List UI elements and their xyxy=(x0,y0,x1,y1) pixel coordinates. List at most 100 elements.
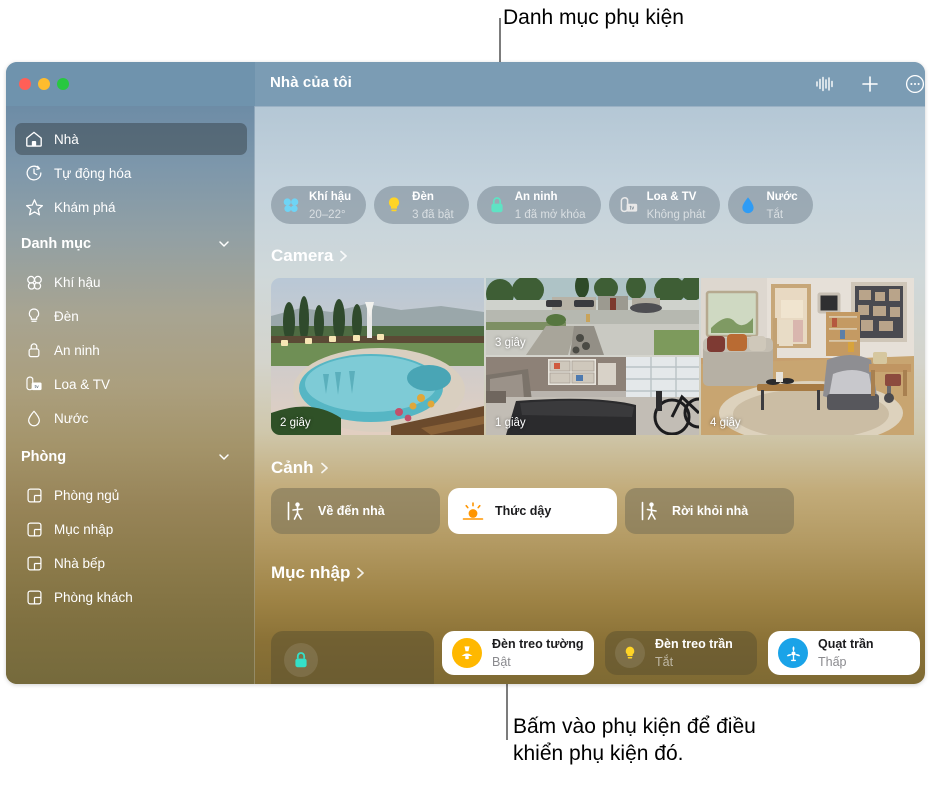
camera-tile-pool[interactable]: 2 giây xyxy=(271,278,484,435)
room-icon xyxy=(21,521,47,538)
camera-timestamp: 4 giây xyxy=(710,417,741,429)
room-icon xyxy=(21,487,47,504)
sunrise-icon xyxy=(462,500,484,522)
chip-status: 3 đã bật xyxy=(412,209,454,221)
scene-label: Thức dậy xyxy=(495,504,552,518)
sidebar-item-label: Phòng khách xyxy=(54,589,133,605)
section-header-muc-nhap[interactable]: Mục nhập xyxy=(271,563,366,583)
person-leave-icon xyxy=(639,500,661,522)
camera-tile-garage[interactable]: 1 giây xyxy=(486,357,699,435)
scenes-row: Về đến nhà Thức dậy Rời khỏi nhà xyxy=(271,488,794,534)
scene-card-thuc-day[interactable]: Thức dậy xyxy=(448,488,617,534)
chip-status: 20–22° xyxy=(309,209,346,221)
audio-waveform-icon[interactable] xyxy=(812,72,838,96)
category-chip-den[interactable]: Đèn 3 đã bật xyxy=(374,186,469,224)
pendant-lamp-icon xyxy=(452,638,482,668)
accessory-tile-wall-lamp[interactable]: Đèn treo tường Bật xyxy=(442,631,594,675)
maximize-window-button[interactable] xyxy=(57,78,69,90)
sidebar-item-label: Khí hậu xyxy=(54,274,101,290)
chip-status: Không phát xyxy=(646,209,706,221)
sidebar-item-loa-tv[interactable]: tv Loa & TV xyxy=(15,368,247,400)
camera-tile-driveway[interactable]: 3 giây xyxy=(486,278,699,355)
camera-tile-living-room[interactable]: 4 giây xyxy=(701,278,914,435)
chevron-right-icon[interactable] xyxy=(355,566,366,580)
room-icon xyxy=(21,589,47,606)
sidebar-group-label: Danh mục xyxy=(21,236,92,252)
lock-icon xyxy=(21,341,47,359)
sidebar-group-header-phong[interactable]: Phòng xyxy=(21,444,247,470)
accessory-tile-ceiling-fan[interactable]: Quạt trần Thấp xyxy=(768,631,920,675)
sidebar-item-label: An ninh xyxy=(54,342,100,358)
accessory-tile-ceiling-light[interactable]: Đèn treo trần Tắt xyxy=(605,631,757,675)
sidebar-item-label: Mục nhập xyxy=(54,521,114,537)
clock-icon xyxy=(21,164,47,182)
fan-icon xyxy=(778,638,808,668)
speaker-tv-icon: tv xyxy=(21,375,47,393)
sidebar-item-khi-hau[interactable]: Khí hậu xyxy=(15,266,247,298)
accessory-title: Quạt trần xyxy=(818,637,874,651)
scene-label: Về đến nhà xyxy=(318,504,385,518)
category-chip-nuoc[interactable]: Nước Tắt xyxy=(728,186,813,224)
sidebar-item-nuoc[interactable]: Nước xyxy=(15,402,247,434)
accessory-title: Đèn treo tường xyxy=(492,637,584,651)
section-title: Mục nhập xyxy=(271,563,351,582)
accessory-title: Đèn treo trần xyxy=(655,637,733,651)
sidebar-item-label: Loa & TV xyxy=(54,376,111,392)
close-window-button[interactable] xyxy=(19,78,31,90)
water-drop-icon xyxy=(21,409,47,427)
section-header-canh[interactable]: Cảnh xyxy=(271,458,330,478)
sidebar-item-kham-pha[interactable]: Khám phá xyxy=(15,191,247,223)
home-app-window: Nhà của tôi Nhà Tự động hóa Khám phá Dan… xyxy=(6,62,925,684)
accessory-status: Thấp xyxy=(818,655,847,669)
person-arrive-icon xyxy=(285,500,307,522)
sidebar-item-phong-ngu[interactable]: Phòng ngủ xyxy=(15,479,247,511)
chip-status: Tắt xyxy=(766,209,784,221)
sidebar-item-tu-dong-hoa[interactable]: Tự động hóa xyxy=(15,157,247,189)
home-icon xyxy=(21,130,47,148)
accessory-tile-front-door-lock[interactable]: Cửa trước Đã khóa xyxy=(271,631,434,684)
scene-card-ve-den-nha[interactable]: Về đến nhà xyxy=(271,488,440,534)
sidebar: Nhà Tự động hóa Khám phá Danh mục Khí hậ… xyxy=(6,106,255,684)
chip-title: Khí hậu xyxy=(309,191,352,203)
speaker-tv-icon: tv xyxy=(618,194,640,216)
section-title: Cảnh xyxy=(271,458,314,477)
minimize-window-button[interactable] xyxy=(38,78,50,90)
sidebar-item-muc-nhap[interactable]: Mục nhập xyxy=(15,513,247,545)
star-icon xyxy=(21,198,47,217)
section-header-camera[interactable]: Camera xyxy=(271,246,349,266)
lock-icon xyxy=(284,643,318,677)
sidebar-item-nha[interactable]: Nhà xyxy=(15,123,247,155)
chevron-right-icon[interactable] xyxy=(338,249,349,263)
sidebar-item-phong-khach[interactable]: Phòng khách xyxy=(15,581,247,613)
category-chip-loa-tv[interactable]: tv Loa & TV Không phát xyxy=(608,186,721,224)
lock-icon xyxy=(486,194,508,216)
svg-text:tv: tv xyxy=(629,206,634,212)
accessory-status: Bật xyxy=(492,655,511,669)
chevron-right-icon[interactable] xyxy=(319,461,330,475)
category-chip-khi-hau[interactable]: Khí hậu 20–22° xyxy=(271,186,367,224)
main-content: Khí hậu 20–22° Đèn 3 đã bật An ninh 1 đã… xyxy=(255,106,925,684)
accessory-status: Tắt xyxy=(655,655,674,669)
add-icon[interactable] xyxy=(857,72,883,96)
sidebar-group-header-danh-muc[interactable]: Danh mục xyxy=(21,231,247,257)
scene-card-roi-khoi-nha[interactable]: Rời khỏi nhà xyxy=(625,488,794,534)
chip-status: 1 đã mở khóa xyxy=(514,209,586,221)
camera-timestamp: 3 giây xyxy=(495,337,526,349)
sidebar-item-den[interactable]: Đèn xyxy=(15,300,247,332)
titlebar: Nhà của tôi xyxy=(6,62,925,106)
bulb-icon xyxy=(615,638,645,668)
chevron-down-icon[interactable] xyxy=(217,237,231,251)
more-options-icon[interactable] xyxy=(902,72,925,96)
chip-title: Đèn xyxy=(412,191,434,203)
chip-title: Loa & TV xyxy=(646,191,697,203)
sidebar-item-label: Nhà bếp xyxy=(54,555,106,571)
chevron-down-icon[interactable] xyxy=(217,450,231,464)
callout-top-label: Danh mục phụ kiện xyxy=(503,6,684,29)
callout-bottom-label-line1: Bấm vào phụ kiện để điều xyxy=(513,715,756,738)
sidebar-item-an-ninh[interactable]: An ninh xyxy=(15,334,247,366)
category-chip-an-ninh[interactable]: An ninh 1 đã mở khóa xyxy=(476,186,601,224)
chip-title: Nước xyxy=(766,191,798,203)
camera-timestamp: 1 giây xyxy=(495,417,526,429)
camera-timestamp: 2 giây xyxy=(280,417,311,429)
sidebar-item-nha-bep[interactable]: Nhà bếp xyxy=(15,547,247,579)
